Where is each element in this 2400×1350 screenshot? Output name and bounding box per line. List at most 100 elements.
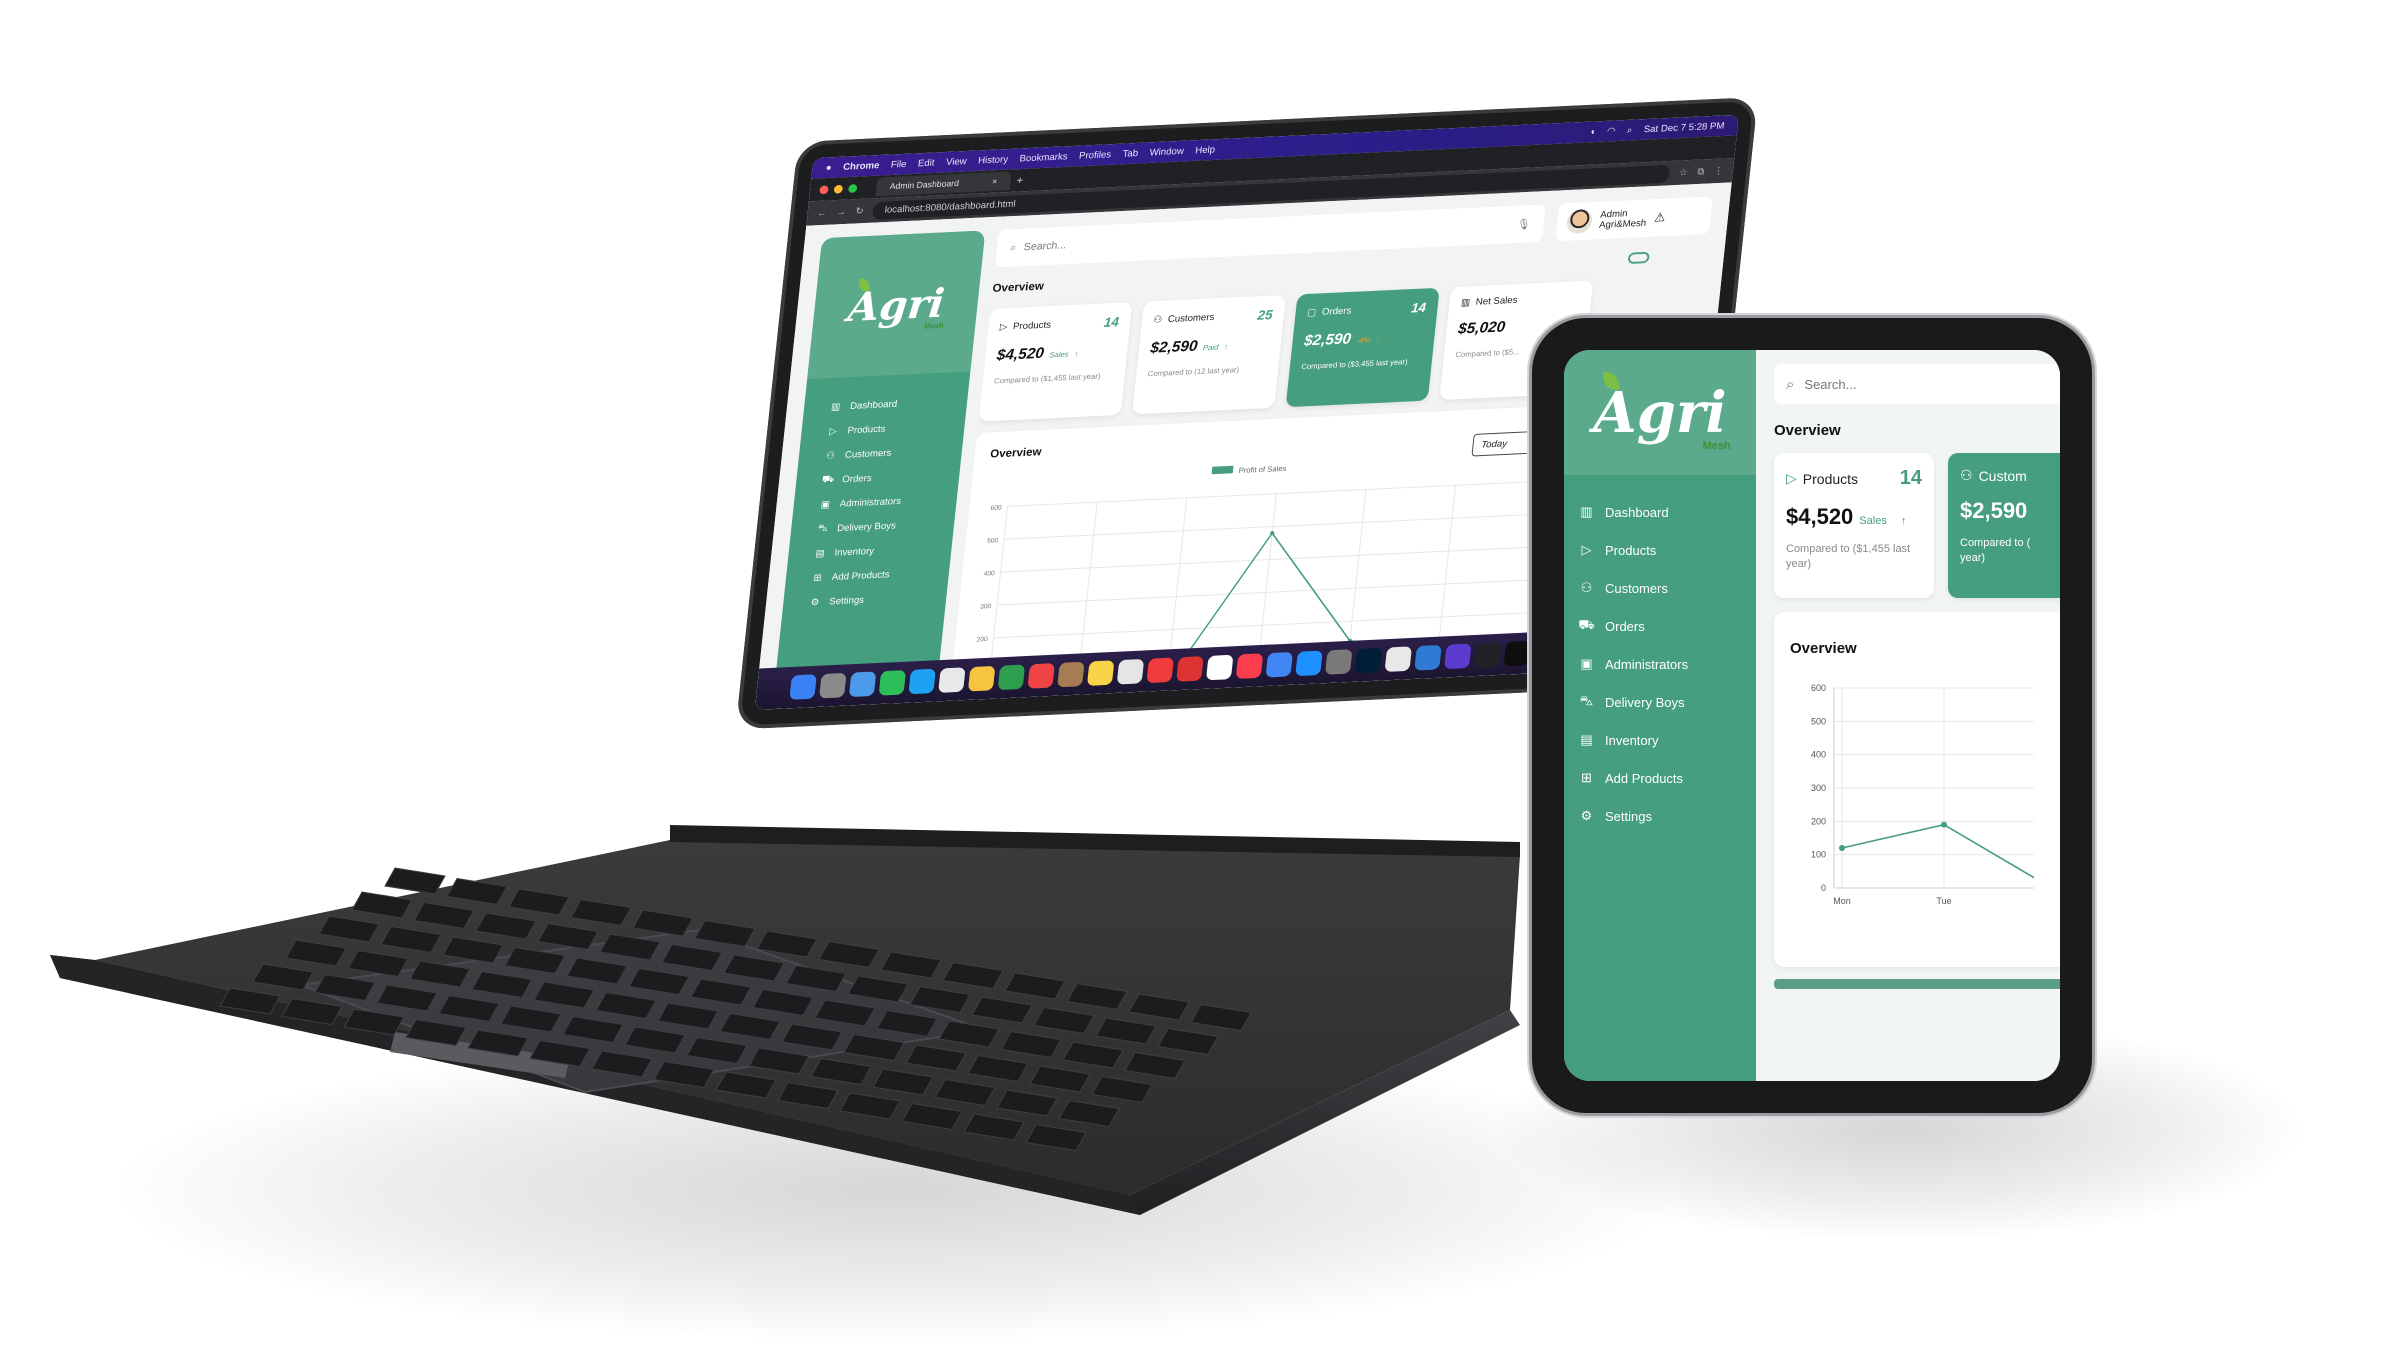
dock-app-icon[interactable] (997, 664, 1026, 691)
dock-app-icon[interactable] (1384, 646, 1413, 672)
tablet-nav-item-orders[interactable]: ⛟ Orders (1564, 607, 1756, 645)
close-window-icon[interactable] (819, 184, 829, 194)
keyboard-key (500, 1005, 562, 1033)
dock-app-icon[interactable] (1027, 663, 1055, 689)
maximize-window-icon[interactable] (848, 183, 858, 193)
dock-app-icon[interactable] (1324, 649, 1353, 675)
tablet-card-count: 14 (1899, 467, 1922, 489)
y-tick-label: 300 (1811, 783, 1826, 793)
keyboard-key (314, 973, 376, 1002)
keyboard-key (785, 964, 847, 993)
menu-view[interactable]: View (945, 156, 967, 167)
dock-app-icon[interactable] (1205, 654, 1234, 681)
menu-file[interactable]: File (890, 159, 907, 170)
menu-edit[interactable]: Edit (917, 158, 935, 169)
card-label: Customers (1167, 312, 1215, 325)
dock-app-icon[interactable] (1146, 657, 1174, 684)
book-icon: ▤ (815, 548, 826, 559)
dock-app-icon[interactable] (1116, 658, 1145, 685)
spotlight-icon[interactable]: ⌕ (1626, 125, 1632, 136)
microphone-icon[interactable]: 🎙 (1516, 218, 1531, 231)
dock-app-icon[interactable] (1086, 660, 1115, 686)
tablet-nav-item-delivery-boys[interactable]: ⛍ Delivery Boys (1564, 683, 1756, 721)
stat-card-customers[interactable]: ⚇ Customers 25 $2,590 Paid ↑ Compared to (12 l… (1131, 295, 1287, 415)
minimize-window-icon[interactable] (833, 184, 844, 194)
bookmark-star-icon[interactable]: ☆ (1679, 167, 1689, 178)
tablet-sidebar: Agri Mesh ▥ Dashboard ▷ Products ⚇ Customers ⛟… (1564, 350, 1756, 1081)
y-tick-label: 500 (987, 538, 999, 545)
menu-tab[interactable]: Tab (1122, 148, 1139, 159)
wifi-icon[interactable]: ◠ (1606, 126, 1615, 137)
keyboard-key (938, 1020, 1000, 1048)
dock-app-icon[interactable] (789, 674, 817, 700)
laptop-nav-label: Orders (841, 472, 873, 485)
tablet-nav-item-dashboard[interactable]: ▥ Dashboard (1564, 493, 1756, 531)
stat-card-orders[interactable]: ▢ Orders 14 $2,590 -4% ↓ Compared to ($3,455 l… (1285, 288, 1440, 408)
tablet-nav-item-add-products[interactable]: ⊞ Add Products (1564, 759, 1756, 797)
keyboard-key (756, 930, 818, 958)
toggle-icon[interactable] (1627, 252, 1650, 265)
dock-app-icon[interactable] (819, 672, 847, 699)
menu-profiles[interactable]: Profiles (1079, 149, 1112, 161)
y-tick-label: 400 (1811, 750, 1826, 760)
tablet-card-products[interactable]: ▷ Products 14 $4,520 Sales ↑ Compared to … (1774, 453, 1934, 598)
keyboard-key (508, 888, 570, 916)
stat-card-products[interactable]: ▷ Products 14 $4,520 Sales ↑ Compared to ($1,4… (978, 302, 1133, 423)
keyboard-key (1066, 982, 1128, 1011)
menu-window[interactable]: Window (1149, 146, 1184, 158)
card-label: Orders (1321, 305, 1352, 318)
menu-help[interactable]: Help (1195, 144, 1216, 155)
dock-app-icon[interactable] (1473, 642, 1502, 668)
menu-history[interactable]: History (978, 154, 1009, 166)
dock-app-icon[interactable] (1444, 643, 1472, 670)
dock-app-icon[interactable] (967, 665, 996, 692)
apple-icon[interactable]: ● (825, 162, 832, 173)
dock-app-icon[interactable] (1354, 647, 1383, 674)
dock-app-icon[interactable] (1235, 653, 1264, 679)
tablet-nav-item-settings[interactable]: ⚙ Settings (1564, 797, 1756, 835)
overview-title: Overview (991, 279, 1045, 296)
dock-app-icon[interactable] (878, 670, 907, 696)
back-icon[interactable]: ← (817, 208, 828, 219)
forward-icon[interactable]: → (836, 207, 847, 218)
volume-icon[interactable]: ◖ (1589, 127, 1596, 138)
reload-icon[interactable]: ↻ (855, 206, 864, 217)
tablet-screen: Agri Mesh ▥ Dashboard ▷ Products ⚇ Customers ⛟… (1564, 350, 2060, 1081)
keyboard-key (967, 1054, 1029, 1083)
more-menu-icon[interactable]: ⋮ (1713, 165, 1724, 176)
package-icon: ⊞ (1581, 770, 1592, 785)
dock-app-icon[interactable] (938, 667, 966, 693)
profile-box[interactable]: Admin Agri&Mesh ⚠ (1555, 196, 1714, 242)
tab-close-icon[interactable]: × (992, 177, 998, 187)
keyboard-key (723, 954, 785, 982)
tablet-nav-label: Add Products (1605, 770, 1684, 786)
menu-bookmarks[interactable]: Bookmarks (1019, 151, 1068, 164)
tablet-nav-item-inventory[interactable]: ▤ Inventory (1564, 721, 1756, 759)
dock-app-icon[interactable] (1265, 651, 1293, 678)
dock-app-icon[interactable] (1176, 656, 1204, 682)
dock-app-icon[interactable] (1414, 644, 1442, 671)
menubar-clock[interactable]: Sat Dec 7 5:28 PM (1643, 121, 1725, 135)
bell-icon[interactable]: ⚠ (1653, 210, 1667, 226)
tablet-nav-item-administrators[interactable]: ▣ Administrators (1564, 645, 1756, 683)
tablet-search-input[interactable]: ⌕ Search... (1774, 364, 2060, 404)
menu-app-name[interactable]: Chrome (843, 160, 880, 172)
tablet-nav-label: Dashboard (1605, 504, 1669, 520)
dock-app-icon[interactable] (1295, 650, 1323, 677)
new-tab-icon[interactable]: + (1016, 173, 1024, 186)
tablet-progress-bar (1774, 979, 2060, 989)
dock-app-icon[interactable] (1503, 640, 1532, 667)
y-tick-label: 100 (1811, 850, 1826, 860)
keyboard-key (872, 1068, 934, 1096)
tablet-card-customers[interactable]: ⚇ Custom $2,590 Compared to ( year) (1948, 453, 2060, 598)
extensions-icon[interactable]: ⧉ (1697, 166, 1705, 177)
dock-app-icon[interactable] (908, 668, 936, 695)
tablet-chart-panel: Overview 6005004003002001000MonTueWed (1774, 612, 2060, 967)
keyboard-key (591, 1050, 653, 1078)
y-tick-label: 600 (990, 505, 1002, 512)
tablet-nav-item-products[interactable]: ▷ Products (1564, 531, 1756, 569)
keyboard-key (446, 877, 508, 906)
dock-app-icon[interactable] (1057, 661, 1085, 688)
tablet-nav-item-customers[interactable]: ⚇ Customers (1564, 569, 1756, 607)
dock-app-icon[interactable] (848, 671, 877, 698)
